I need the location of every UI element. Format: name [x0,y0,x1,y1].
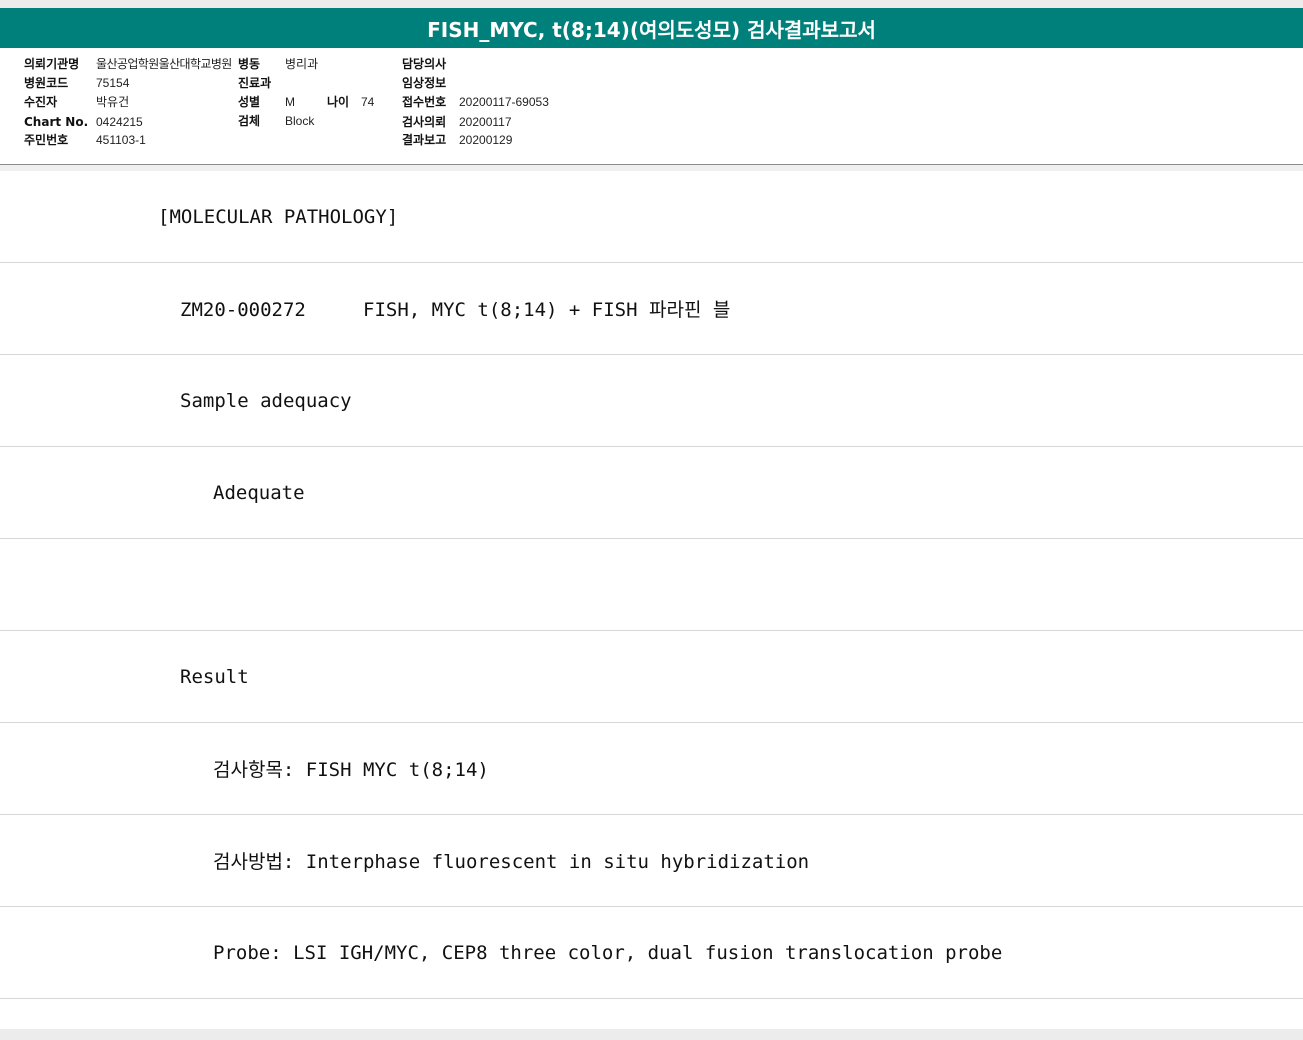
test-method-line: 검사방법: Interphase fluorescent in situ hyb… [0,815,1303,907]
sample-adequacy-value-text: Adequate [213,481,305,504]
report-title: FISH_MYC, t(8;14)(여의도성모) 검사결과보고서 [0,8,1303,48]
bottom-frame-strip [0,1029,1303,1040]
ward-label: 병동 [238,57,261,71]
sex-value: M [285,95,295,109]
result-heading: Result [0,631,1303,723]
ward-value: 병리과 [285,57,319,71]
age-label: 나이 [327,95,350,109]
sample-adequacy-heading: Sample adequacy [0,355,1303,447]
sample-adequacy-heading-text: Sample adequacy [180,389,352,412]
test-method-line-text: 검사방법: Interphase fluorescent in situ hyb… [213,851,810,873]
receipt-no-value: 20200117-69053 [459,95,549,109]
test-item-line: 검사항목: FISH MYC t(8;14) [0,723,1303,815]
probe-line-text: Probe: LSI IGH/MYC, CEP8 three color, du… [213,941,1003,964]
clinical-info-label: 임상정보 [402,76,447,90]
department-label: 진료과 [238,76,272,90]
doctor-label: 담당의사 [402,57,447,71]
sample-adequacy-value: Adequate [0,447,1303,539]
order-line: ZM20-000272 FISH, MYC t(8;14) + FISH 파라핀… [0,263,1303,355]
patient-label: 수진자 [24,95,58,109]
specimen-value: Block [285,114,315,128]
result-heading-text: Result [180,665,249,688]
chart-no-value: 0424215 [96,115,143,129]
section-heading-text: [MOLECULAR PATHOLOGY] [158,205,399,228]
resident-no-label: 주민번호 [24,133,69,147]
report-date-label: 결과보고 [402,133,447,147]
top-frame-strip [0,0,1303,8]
patient-info-panel: 의뢰기관명 울산공업학원울산대학교병원 병동 병리과 담당의사 병원코드 751… [0,48,1303,165]
hospital-code-label: 병원코드 [24,76,69,90]
section-heading: [MOLECULAR PATHOLOGY] [0,171,1303,263]
age-value: 74 [361,95,375,109]
request-date-value: 20200117 [459,115,512,129]
requesting-org-value: 울산공업학원울산대학교병원 [96,57,232,71]
specimen-label: 검체 [238,114,261,128]
patient-value: 박유건 [96,95,130,109]
report-body: [MOLECULAR PATHOLOGY] ZM20-000272 FISH, … [0,171,1303,1029]
blank-line [0,539,1303,631]
hospital-code-value: 75154 [96,76,130,90]
request-date-label: 검사의뢰 [402,115,447,129]
probe-line: Probe: LSI IGH/MYC, CEP8 three color, du… [0,907,1303,999]
receipt-no-label: 접수번호 [402,95,447,109]
sex-label: 성별 [238,95,261,109]
chart-no-label: Chart No. [24,115,89,129]
report-date-value: 20200129 [459,133,513,147]
order-line-text: ZM20-000272 FISH, MYC t(8;14) + FISH 파라핀… [180,299,731,321]
test-item-line-text: 검사항목: FISH MYC t(8;14) [213,759,489,781]
resident-no-value: 451103-1 [96,133,146,147]
requesting-org-label: 의뢰기관명 [24,57,80,71]
